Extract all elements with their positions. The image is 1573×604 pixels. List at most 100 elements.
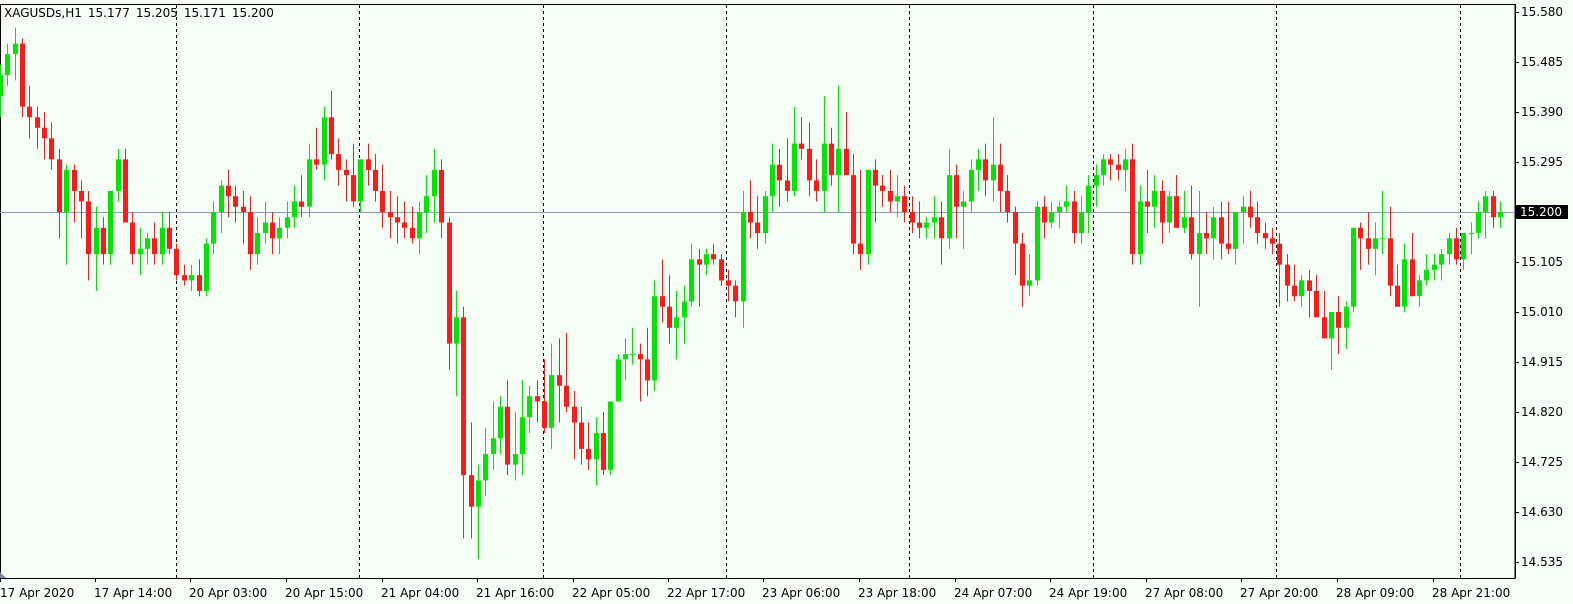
- bull-candle[interactable]: [491, 438, 496, 455]
- bear-candle[interactable]: [447, 222, 452, 344]
- bear-candle[interactable]: [711, 254, 716, 260]
- bull-candle[interactable]: [763, 196, 768, 234]
- bear-candle[interactable]: [535, 396, 540, 402]
- bear-candle[interactable]: [1454, 238, 1459, 260]
- bull-candle[interactable]: [255, 233, 260, 255]
- bear-candle[interactable]: [329, 117, 334, 155]
- bull-candle[interactable]: [1439, 254, 1444, 265]
- bull-candle[interactable]: [1373, 238, 1378, 249]
- bear-candle[interactable]: [42, 127, 47, 139]
- bull-candle[interactable]: [138, 248, 143, 255]
- bull-candle[interactable]: [1211, 217, 1216, 239]
- bull-candle[interactable]: [0, 75, 3, 97]
- bear-candle[interactable]: [1395, 285, 1400, 307]
- bear-candle[interactable]: [910, 212, 915, 223]
- bear-candle[interactable]: [505, 406, 510, 465]
- bull-candle[interactable]: [770, 164, 775, 197]
- bull-candle[interactable]: [204, 243, 209, 291]
- bull-candle[interactable]: [652, 296, 657, 381]
- bear-candle[interactable]: [1226, 243, 1231, 249]
- bull-candle[interactable]: [454, 317, 459, 344]
- bear-candle[interactable]: [1491, 196, 1496, 218]
- bull-candle[interactable]: [476, 480, 481, 507]
- bull-candle[interactable]: [94, 227, 99, 255]
- bull-candle[interactable]: [1299, 280, 1304, 297]
- bear-candle[interactable]: [248, 212, 253, 255]
- bull-candle[interactable]: [1094, 175, 1099, 186]
- bear-candle[interactable]: [1292, 285, 1297, 297]
- bear-candle[interactable]: [858, 243, 863, 255]
- bull-candle[interactable]: [682, 301, 687, 318]
- bull-candle[interactable]: [792, 143, 797, 191]
- bear-candle[interactable]: [755, 222, 760, 234]
- bear-candle[interactable]: [101, 227, 106, 255]
- bull-candle[interactable]: [1380, 238, 1385, 240]
- bear-candle[interactable]: [373, 169, 378, 191]
- bull-candle[interactable]: [549, 375, 554, 428]
- bear-candle[interactable]: [380, 190, 385, 212]
- bull-candle[interactable]: [1197, 233, 1202, 255]
- bear-candle[interactable]: [241, 206, 246, 212]
- bear-candle[interactable]: [299, 201, 304, 207]
- bull-candle[interactable]: [623, 354, 628, 360]
- bear-candle[interactable]: [1042, 206, 1047, 223]
- bear-candle[interactable]: [1322, 317, 1327, 339]
- bear-candle[interactable]: [270, 222, 275, 239]
- bull-candle[interactable]: [616, 359, 621, 402]
- bear-candle[interactable]: [1336, 312, 1341, 328]
- bull-candle[interactable]: [1049, 212, 1054, 223]
- bear-candle[interactable]: [1358, 227, 1363, 239]
- bear-candle[interactable]: [586, 448, 591, 460]
- bull-candle[interactable]: [991, 164, 996, 181]
- bear-candle[interactable]: [226, 185, 231, 197]
- bull-candle[interactable]: [498, 406, 503, 439]
- bull-candle[interactable]: [145, 238, 150, 249]
- bear-candle[interactable]: [785, 180, 790, 191]
- bull-candle[interactable]: [513, 454, 518, 465]
- bear-candle[interactable]: [638, 354, 643, 360]
- bear-candle[interactable]: [880, 185, 885, 191]
- bull-candle[interactable]: [1344, 306, 1349, 328]
- bull-candle[interactable]: [292, 201, 297, 218]
- bear-candle[interactable]: [807, 148, 812, 181]
- bull-candle[interactable]: [322, 117, 327, 165]
- bear-candle[interactable]: [314, 159, 319, 165]
- bull-candle[interactable]: [1417, 280, 1422, 297]
- bear-candle[interactable]: [174, 248, 179, 276]
- bull-candle[interactable]: [1469, 233, 1474, 235]
- bull-candle[interactable]: [64, 169, 69, 212]
- bear-candle[interactable]: [1410, 259, 1415, 297]
- bull-candle[interactable]: [483, 454, 488, 481]
- bull-candle[interactable]: [1402, 259, 1407, 307]
- bull-candle[interactable]: [13, 43, 18, 55]
- bull-candle[interactable]: [1086, 185, 1091, 212]
- bear-candle[interactable]: [1307, 280, 1312, 291]
- bear-candle[interactable]: [1108, 159, 1113, 165]
- bull-candle[interactable]: [976, 159, 981, 170]
- bull-candle[interactable]: [1447, 238, 1452, 255]
- bear-candle[interactable]: [233, 196, 238, 207]
- bear-candle[interactable]: [939, 217, 944, 239]
- bull-candle[interactable]: [5, 54, 10, 76]
- bear-candle[interactable]: [57, 159, 62, 212]
- bear-candle[interactable]: [49, 138, 54, 160]
- bear-candle[interactable]: [1116, 164, 1121, 170]
- bull-candle[interactable]: [285, 217, 290, 228]
- bull-candle[interactable]: [822, 143, 827, 191]
- bear-candle[interactable]: [1248, 206, 1253, 218]
- bear-candle[interactable]: [645, 359, 650, 381]
- bull-candle[interactable]: [520, 417, 525, 455]
- bull-candle[interactable]: [594, 433, 599, 460]
- bear-candle[interactable]: [1145, 201, 1150, 207]
- bull-candle[interactable]: [108, 190, 113, 255]
- bull-candle[interactable]: [1241, 206, 1246, 212]
- bear-candle[interactable]: [1277, 243, 1282, 265]
- bull-candle[interactable]: [307, 159, 312, 207]
- bull-candle[interactable]: [263, 222, 268, 234]
- bear-candle[interactable]: [461, 317, 466, 476]
- bear-candle[interactable]: [814, 180, 819, 191]
- bear-candle[interactable]: [829, 143, 834, 176]
- bear-candle[interactable]: [799, 143, 804, 149]
- bear-candle[interactable]: [27, 106, 32, 118]
- bull-candle[interactable]: [424, 196, 429, 212]
